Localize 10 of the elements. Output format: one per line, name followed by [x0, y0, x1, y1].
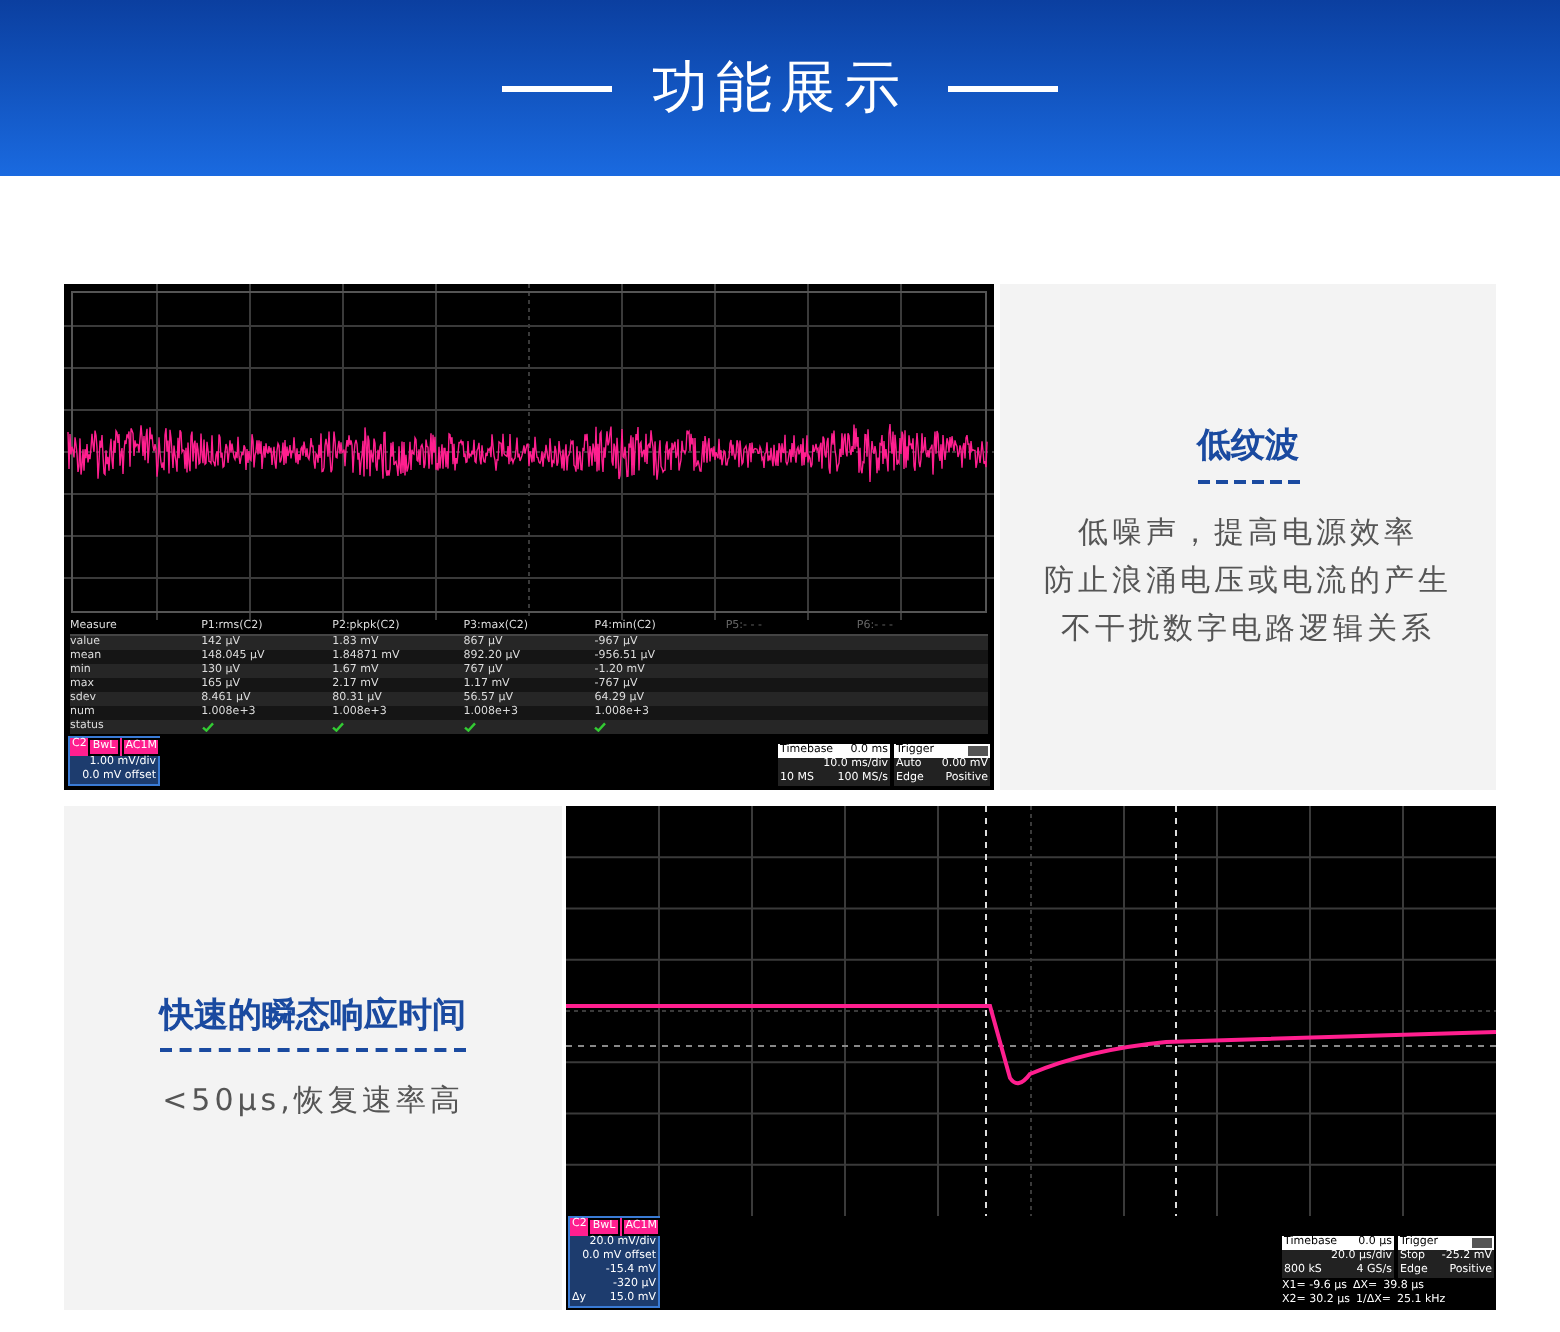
feature-description: <50μs,恢复速率高 [162, 1080, 464, 1123]
page-title: 功能展示 [652, 52, 908, 124]
trigger-icon [968, 746, 988, 756]
feature-description: 不干扰数字电路逻辑关系 [1061, 607, 1435, 650]
feature-description: 低噪声，提高电源效率 [1078, 511, 1418, 554]
feature-title: 快速的瞬态响应时间 [160, 991, 466, 1053]
feature-title: 低纹波 [1197, 422, 1299, 484]
feature-description: 防止浪涌电压或电流的产生 [1044, 559, 1452, 602]
cursor-line[interactable] [566, 1045, 1496, 1047]
trigger-icon [1472, 1238, 1492, 1248]
